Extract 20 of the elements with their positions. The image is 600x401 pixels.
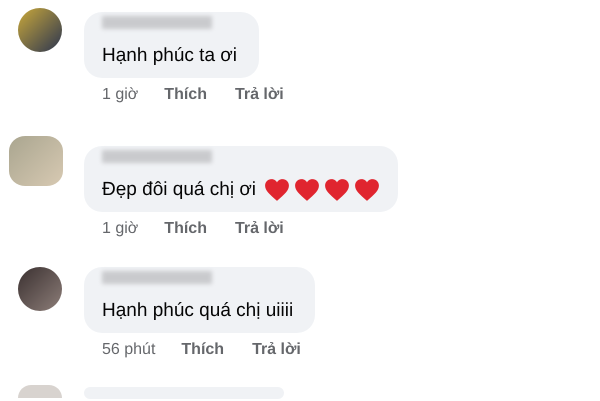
avatar [18,8,62,52]
reply-link[interactable]: Trả lời [252,340,301,360]
heart-icon [264,178,290,202]
avatar [18,267,62,311]
heart-icon [354,178,380,202]
avatar [9,136,63,186]
reply-link[interactable]: Trả lời [234,219,284,239]
like-link[interactable]: Thích [164,85,207,105]
comment-time: 1 giờ [102,85,138,105]
comment-text: Đẹp đôi quá chị ơi [102,178,256,202]
comment-text: Hạnh phúc quá chị uiiii [102,299,294,323]
comment-text: Hạnh phúc ta ơi [102,44,237,68]
like-link[interactable]: Thích [164,219,207,239]
comment-time: 1 giờ [102,219,138,239]
like-link[interactable]: Thích [181,340,224,360]
avatar [18,385,62,398]
comment-time: 56 phút [102,340,156,360]
heart-icon [294,178,320,202]
reply-link[interactable]: Trả lời [234,85,284,105]
heart-icon [324,178,350,202]
